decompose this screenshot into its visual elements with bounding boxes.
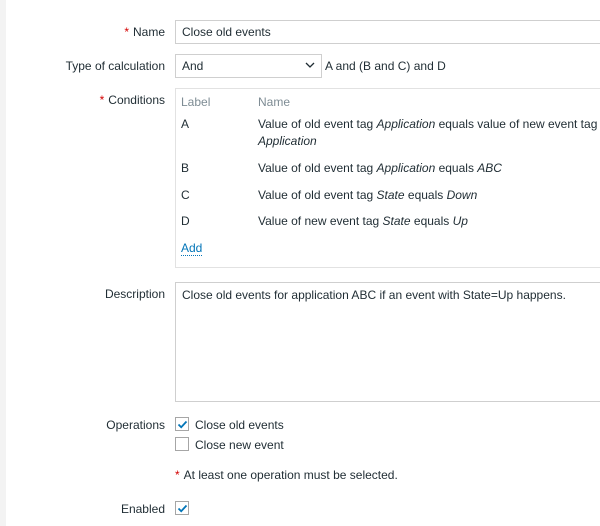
condition-row-name-continued: Application: [258, 134, 317, 148]
description-textarea[interactable]: Close old events for application ABC if …: [175, 282, 600, 402]
close-old-events-label[interactable]: Close old events: [195, 418, 284, 432]
enabled-label: Enabled: [120, 502, 165, 516]
type-of-calculation-selected: And: [182, 59, 204, 73]
operations-hint: * At least one operation must be selected…: [175, 468, 398, 482]
condition-row-label: D: [181, 214, 190, 228]
type-of-calculation-label: Type of calculation: [65, 59, 165, 73]
condition-row-name: Value of old event tag Application equal…: [258, 117, 598, 131]
checkmark-icon: [177, 420, 188, 429]
conditions-label: * Conditions: [100, 93, 165, 107]
name-label: * Name: [124, 25, 165, 39]
enabled-checkbox[interactable]: [175, 501, 189, 515]
condition-row-label: B: [181, 161, 190, 175]
condition-row-name: Value of new event tag State equals Up: [258, 214, 468, 228]
conditions-label-text: Conditions: [108, 93, 165, 107]
condition-row-label: A: [181, 117, 190, 131]
condition-row-label: C: [181, 188, 190, 202]
close-new-event-label[interactable]: Close new event: [195, 438, 284, 452]
name-label-text: Name: [132, 25, 165, 39]
required-marker: *: [124, 25, 129, 39]
condition-row-name: Value of old event tag Application equal…: [258, 161, 502, 175]
type-of-calculation-select[interactable]: And: [175, 54, 322, 78]
condition-row-name: Value of old event tag State equals Down: [258, 188, 478, 202]
conditions-header-label: Label: [181, 95, 211, 109]
calculation-expression: A and (B and C) and D: [325, 59, 446, 73]
conditions-table: [175, 88, 600, 268]
name-input[interactable]: [175, 20, 600, 44]
operations-label: Operations: [106, 418, 165, 432]
conditions-header-name: Name: [258, 95, 291, 109]
add-condition-link-text[interactable]: Add: [181, 241, 203, 256]
add-condition-link[interactable]: Add: [181, 241, 203, 256]
required-marker: *: [175, 468, 180, 482]
checkmark-icon: [177, 504, 188, 513]
required-marker: *: [99, 93, 105, 107]
description-label: Description: [104, 287, 165, 301]
chevron-down-icon: [305, 62, 315, 68]
close-old-events-checkbox[interactable]: [175, 417, 189, 431]
operations-hint-text: At least one operation must be selected.: [183, 468, 398, 482]
close-new-event-checkbox[interactable]: [175, 437, 189, 451]
